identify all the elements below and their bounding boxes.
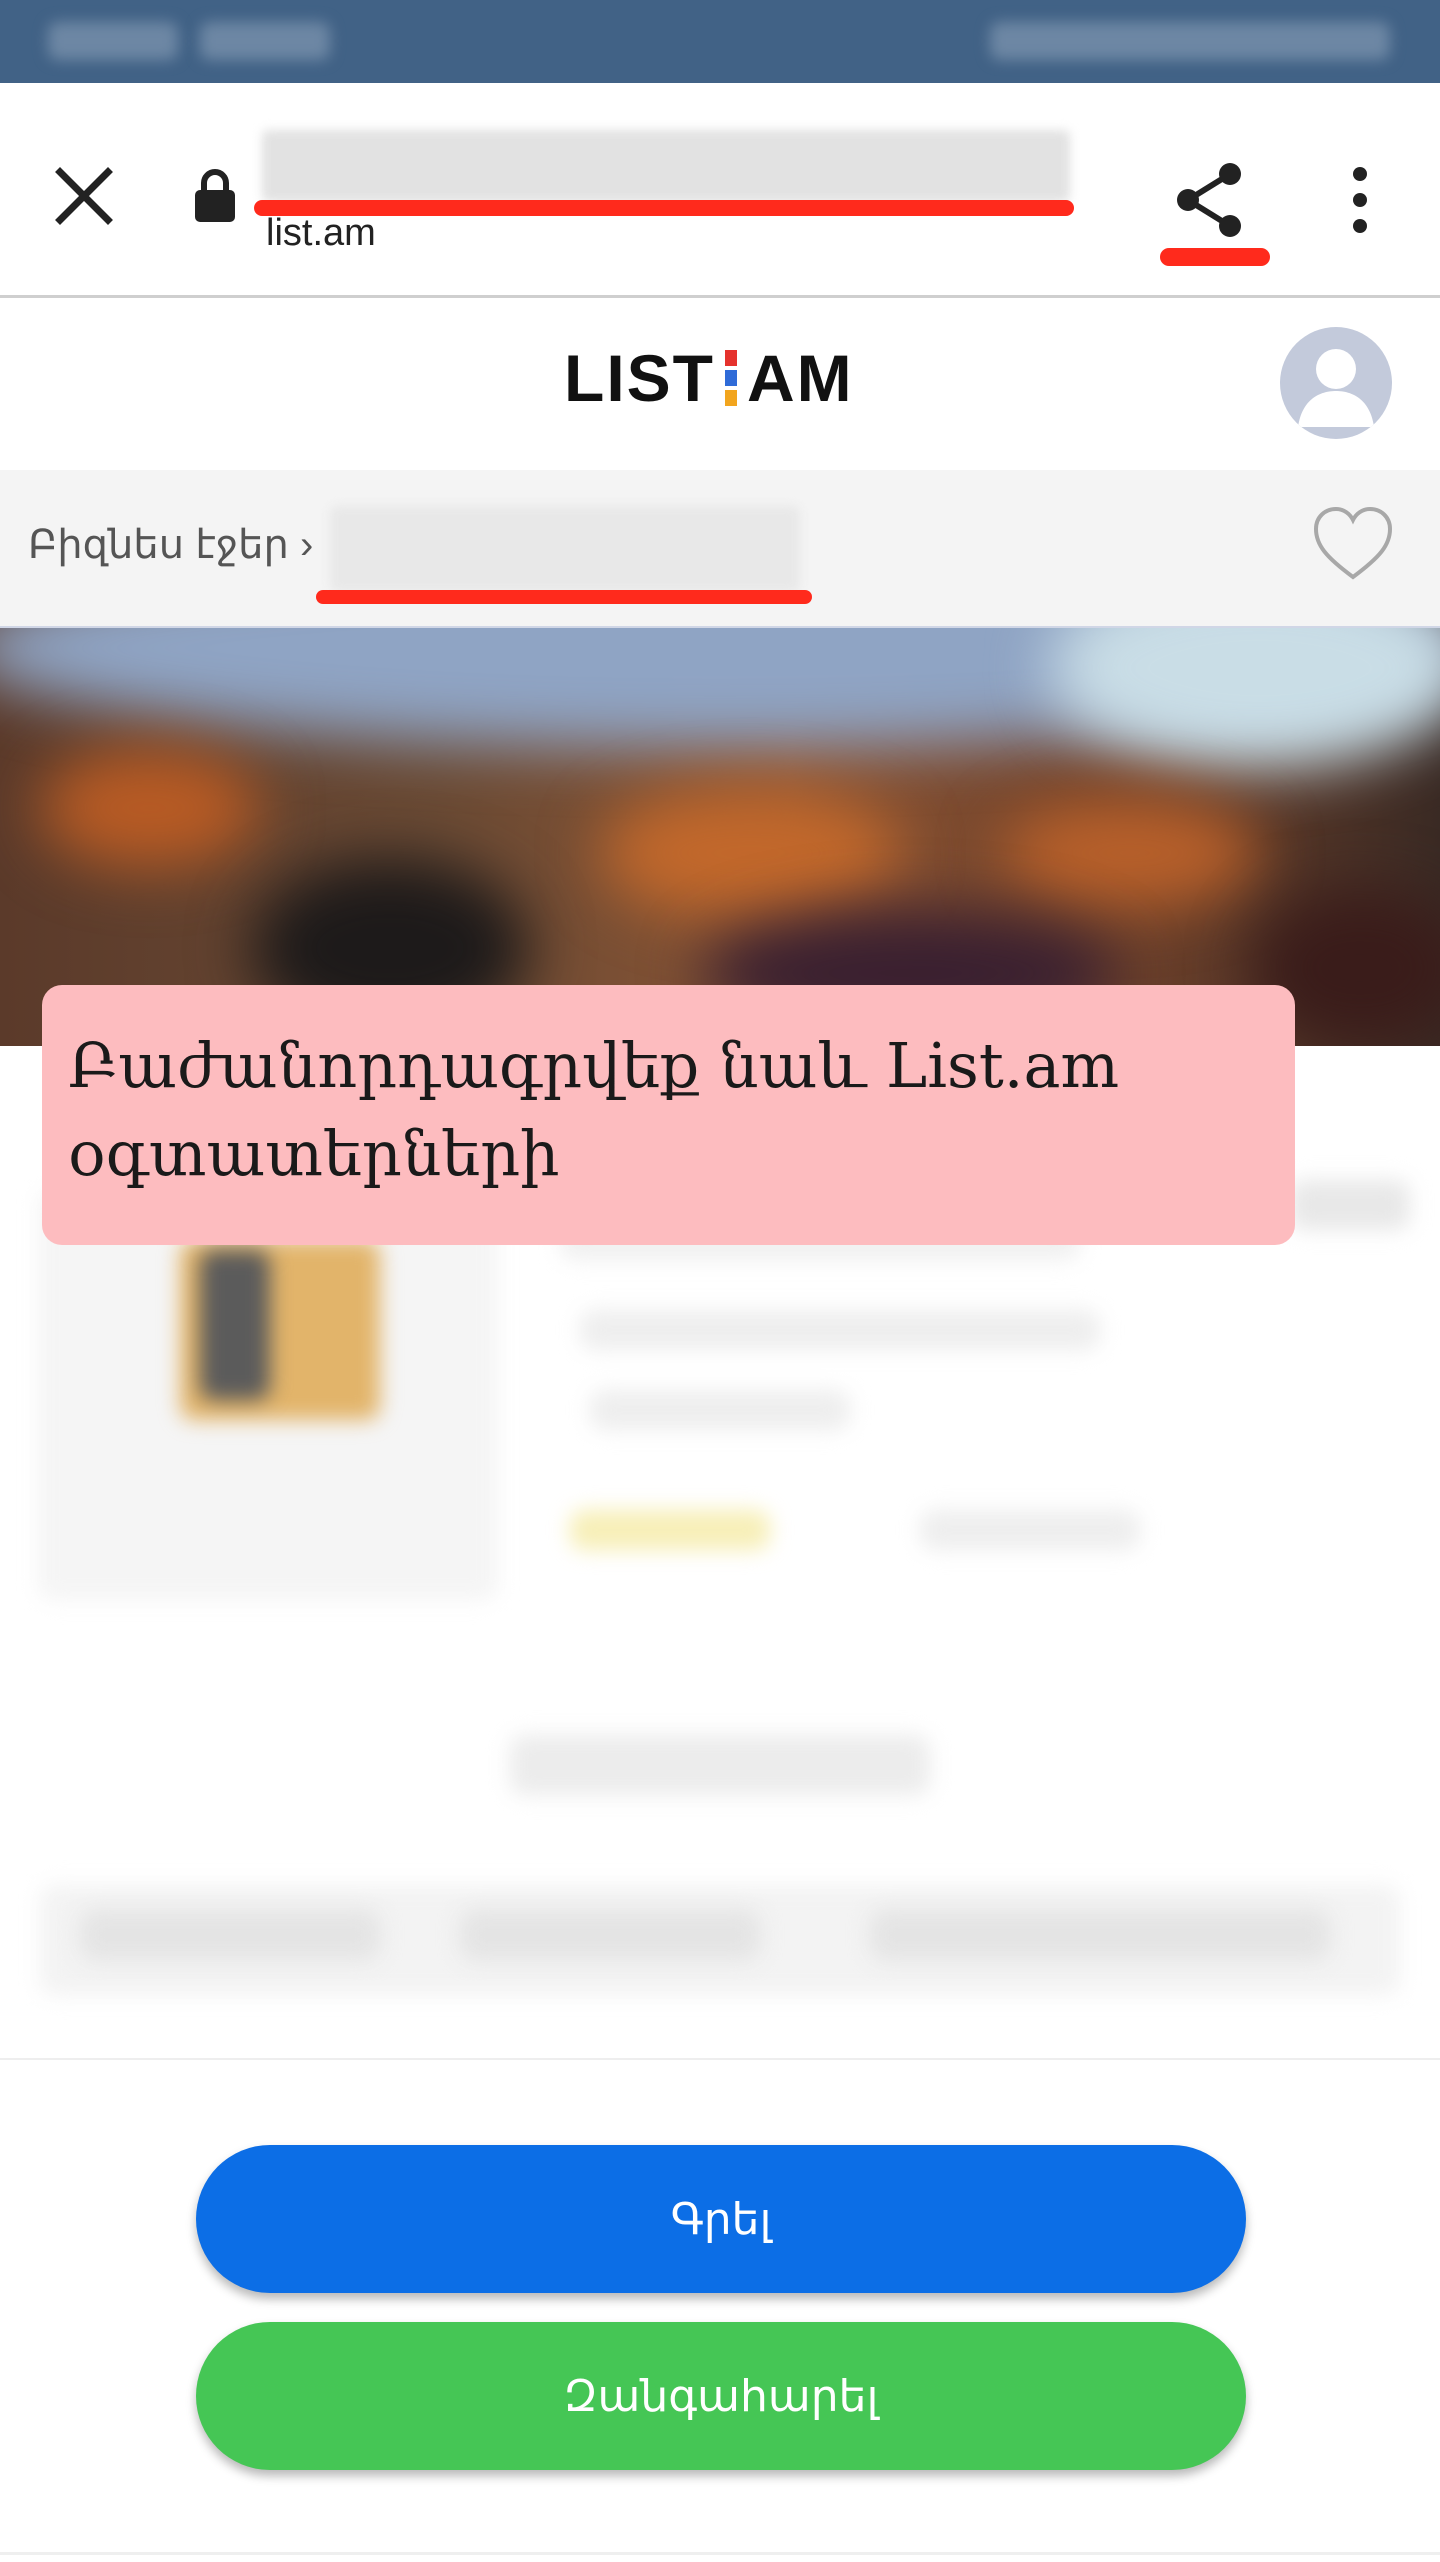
avatar[interactable] [1280, 327, 1392, 439]
status-icons-right-blurred [990, 22, 1390, 60]
logo-text-right: AM [747, 341, 854, 415]
tab-blurred-2 [460, 1910, 760, 1960]
breadcrumb-current-blurred [330, 506, 800, 592]
business-logo-shadow-blurred [200, 1250, 270, 1400]
business-side-blurred [1290, 1180, 1410, 1230]
user-icon [1298, 349, 1374, 427]
status-time-blurred [48, 22, 178, 60]
url-path-blurred[interactable] [262, 130, 1070, 202]
status-icons-left-blurred [200, 22, 330, 60]
url-domain[interactable]: list.am [266, 212, 376, 255]
section-heading-blurred [510, 1735, 930, 1795]
heart-icon[interactable] [1312, 505, 1394, 583]
more-options-icon[interactable] [1340, 160, 1380, 240]
close-icon[interactable] [50, 162, 118, 230]
action-panel [0, 2058, 1440, 2562]
lock-icon [195, 169, 235, 222]
write-button[interactable]: Գրել [196, 2145, 1246, 2293]
status-bar [0, 0, 1440, 83]
call-button[interactable]: Զանգահարել [196, 2322, 1246, 2470]
cover-banner-image [0, 628, 1440, 1046]
share-icon[interactable] [1170, 160, 1250, 240]
logo-flag-mark [725, 350, 737, 406]
logo-text-left: LIST [564, 341, 715, 415]
business-meta-blurred [920, 1510, 1140, 1550]
tab-blurred-1 [80, 1910, 380, 1960]
business-details-blurred-2 [580, 1310, 1100, 1350]
tab-blurred-3 [870, 1910, 1330, 1960]
business-details-blurred-3 [590, 1390, 850, 1430]
business-rating-blurred [570, 1510, 770, 1550]
share-highlight-underline [1160, 248, 1270, 266]
divider [0, 2552, 1440, 2555]
site-logo[interactable]: LIST AM [564, 338, 854, 418]
breadcrumb-business-pages[interactable]: Բիզնես էջեր › [28, 522, 313, 568]
breadcrumb-highlight-underline [316, 590, 812, 604]
subscribe-notice-text: Բաժանորդագրվեք նաև List.am օգտատերների [68, 1029, 1120, 1190]
url-highlight-underline [254, 200, 1074, 216]
